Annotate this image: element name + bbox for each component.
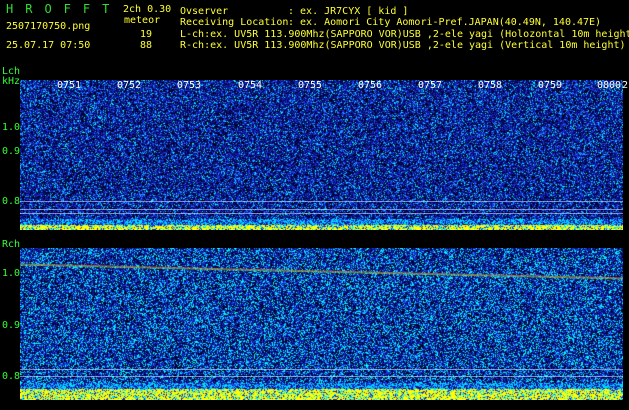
location-label: Receiving Location [180,17,289,28]
lch-count: 19 [140,29,153,40]
lch-marker-line-3 [20,213,623,214]
time-tick: 0755 [298,80,323,91]
rch-marker-line-2 [20,376,623,377]
location-value: : ex. Aomori City Aomori-Pref.JAPAN(40.4… [288,17,602,28]
observer-label: Ovserver [180,6,229,17]
time-tick: 0753 [177,80,202,91]
time-tick: 0756 [358,80,383,91]
mode-label: meteor [124,15,161,26]
time-tick: 0752 [117,80,142,91]
rch-channel-label: Rch [2,239,21,250]
lch-ytick-2: 0.9 [2,146,21,157]
lch-spectrogram [20,80,623,230]
time-tick: 0758 [478,80,503,91]
time-tick: 0759 [538,80,563,91]
lch-marker-line-1 [20,201,623,202]
lch-ytick-1: 1.0 [2,122,21,133]
time-tick: 0754 [238,80,263,91]
time-tick: 0800 [597,80,622,91]
lch-info: L-ch:ex. UV5R 113.900Mhz(SAPPORO VOR)USB… [180,29,629,40]
rch-ytick-3: 0.8 [2,371,21,382]
rch-ytick-2: 0.9 [2,320,21,331]
rch-count: 88 [140,40,153,51]
lch-unit-label: kHz [2,76,21,87]
rch-spectrogram [20,248,623,400]
lch-ytick-3: 0.8 [2,196,21,207]
lch-marker-line-2 [20,209,623,210]
rch-marker-line-1 [20,369,623,370]
datetime-label: 25.07.17 07:50 [6,40,91,51]
rch-ytick-1: 1.0 [2,268,21,279]
rch-info: R-ch:ex. UV5R 113.900Mhz(SAPPORO VOR)USB… [180,40,626,51]
observer-value: : ex. JR7CYX [ kid ] [288,6,409,17]
app-brand: HROFFT [6,2,122,16]
time-tick: 2 [622,80,629,91]
version-label: 2ch 0.30 [123,4,172,15]
time-tick: 0757 [418,80,443,91]
filename-label: 2507170750.png [6,21,91,32]
time-tick: 0751 [57,80,82,91]
